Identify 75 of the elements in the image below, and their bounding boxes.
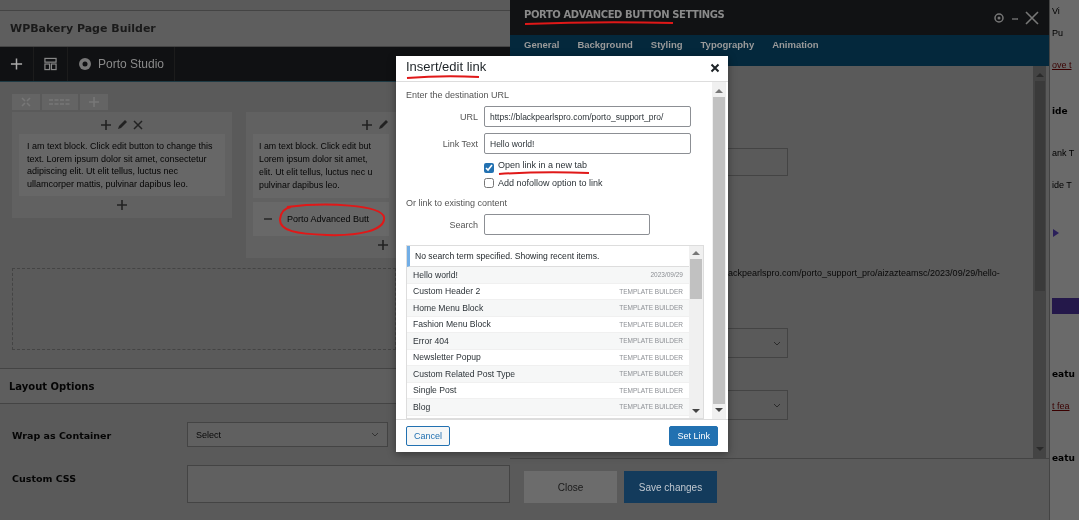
chevron-icon <box>371 432 379 437</box>
result-title: Single Post <box>413 385 457 396</box>
css-textarea[interactable] <box>187 465 510 503</box>
tab[interactable]: Background <box>577 39 633 51</box>
result-title: Custom Related Post Type <box>413 368 516 379</box>
result-title: Custom Header 2 <box>413 286 481 297</box>
field-label: URL <box>459 111 479 122</box>
dialog-title: Insert/edit link <box>406 60 487 74</box>
pencil-icon[interactable] <box>377 119 389 131</box>
arrow-icon <box>1052 228 1060 238</box>
result-title: Hello world! <box>413 269 458 280</box>
panel-title: PORTO ADVANCED BUTTON SETTINGS <box>524 9 725 20</box>
tab[interactable]: Typography <box>700 39 755 51</box>
checkbox-label: Add nofollow option to link <box>498 178 603 188</box>
scroll-down-icon[interactable] <box>715 408 723 413</box>
tab[interactable]: Styling <box>650 39 683 51</box>
layout-icon <box>44 57 57 71</box>
result-title: Error 404 <box>413 335 449 346</box>
sidebar-bar <box>1052 298 1079 314</box>
sidebar-text: Vi <box>1052 6 1060 16</box>
plus-icon[interactable] <box>361 119 373 131</box>
chevron-icon <box>773 340 781 346</box>
close-button[interactable]: Close <box>524 471 617 503</box>
tab[interactable]: General <box>524 39 560 51</box>
result-title: Blog <box>413 401 431 412</box>
field-label: Custom CSS <box>12 472 78 484</box>
field-label: Wrap as Container <box>12 429 113 441</box>
field-label: Link Text <box>441 138 479 149</box>
url-prompt: Enter the destination URL <box>406 90 511 100</box>
studio-icon <box>78 57 92 71</box>
scrollbar-thumb[interactable] <box>713 97 725 404</box>
search-field[interactable] <box>484 214 650 235</box>
scroll-up-icon[interactable] <box>692 250 700 255</box>
sidebar-text: ide T <box>1052 180 1072 190</box>
sidebar-heading: ide <box>1052 106 1068 116</box>
existing-content-prompt: Or link to existing content <box>406 198 509 208</box>
result-title: Home Menu Block <box>413 302 484 313</box>
sidebar-heading: eatu <box>1052 369 1075 379</box>
link-url-text: lackpearlspro.com/porto_support_pro/aizazteamsc/2023/09/29/hello- <box>726 268 1000 278</box>
close-icon[interactable] <box>710 63 720 73</box>
select-field[interactable]: Select <box>187 422 388 447</box>
url-field[interactable]: https://blackpearlspro.com/porto_support_pro/ <box>484 106 691 127</box>
field-label: Search <box>448 219 479 230</box>
scroll-up-icon[interactable] <box>715 88 723 93</box>
sidebar-heading: eatu <box>1052 453 1075 463</box>
cancel-button[interactable]: Cancel <box>406 426 450 446</box>
settings-icon[interactable] <box>993 11 1005 24</box>
tab[interactable]: Animation <box>772 39 819 51</box>
chevron-icon <box>773 402 781 408</box>
sidebar-link[interactable]: ove t <box>1052 60 1072 70</box>
builder-title: WPBakery Page Builder <box>10 22 156 35</box>
pencil-icon[interactable] <box>116 119 128 131</box>
section-title: Layout Options <box>9 380 95 392</box>
checkbox[interactable] <box>484 163 494 173</box>
result-title: Newsletter Popup <box>413 352 481 363</box>
scrollbar-thumb[interactable] <box>690 259 702 299</box>
plus-icon <box>10 57 23 71</box>
result-title: Fashion Menu Block <box>413 319 491 330</box>
element-card[interactable]: Porto Advanced Butt <box>253 202 389 236</box>
save-button[interactable]: Save changes <box>624 471 717 503</box>
plus-icon[interactable] <box>100 119 112 131</box>
text-block: I am text block. Click edit but Lorem ipsum dolor sit amet, elit. Ut elit tellus, luctus nec u pulvinar dapibus leo. <box>253 134 389 198</box>
link-text-field[interactable]: Hello world! <box>484 133 691 154</box>
plus-icon[interactable] <box>116 199 128 211</box>
text-block: I am text block. Click edit button to change this text. Lorem ipsum dolor sit amet, consectetur adipiscing elit. Ut elit tellus, luctus nec ullamcorper mattis, pulvinar dapibus leo. <box>19 134 225 196</box>
sidebar-text: ank T <box>1052 148 1075 158</box>
sidebar-text: Pu <box>1052 28 1063 38</box>
sidebar-link[interactable]: t fea <box>1052 401 1070 411</box>
scrollbar-thumb[interactable] <box>1034 81 1045 291</box>
checkbox[interactable] <box>484 178 494 188</box>
set-link-button[interactable]: Set Link <box>669 426 718 446</box>
checkbox-label: Open link in a new tab <box>498 160 588 170</box>
element-label: Porto Advanced Butt <box>287 214 370 224</box>
plus-icon[interactable] <box>377 239 389 251</box>
scroll-down-icon[interactable] <box>692 409 700 414</box>
